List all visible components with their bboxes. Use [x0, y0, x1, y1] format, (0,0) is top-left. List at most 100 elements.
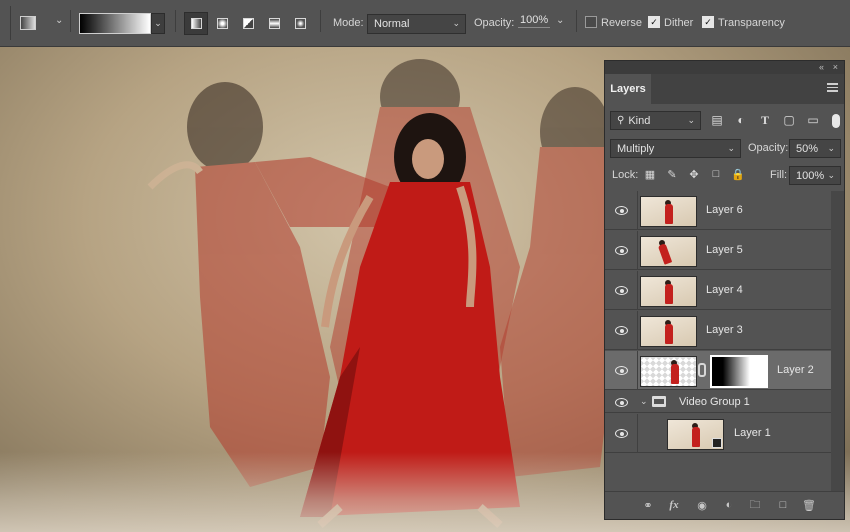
mode-select[interactable]: Normal ⌄	[367, 14, 466, 34]
lock-artboard-icon[interactable]: □	[709, 167, 723, 181]
filter-kind-value: Kind	[628, 114, 651, 127]
filter-adjustment-layer-icon[interactable]: ◐	[733, 112, 749, 128]
diamond-gradient-icon	[294, 18, 306, 29]
close-icon[interactable]: ×	[833, 62, 838, 72]
link-layers-icon[interactable]: ⚭	[641, 498, 655, 512]
layer-row[interactable]: Layer 3	[605, 311, 831, 350]
chevron-down-icon[interactable]: ⌄	[640, 396, 648, 407]
angle-gradient-button[interactable]	[236, 12, 260, 35]
lock-all-icon[interactable]: 🔒	[731, 167, 745, 181]
layer-opacity-input[interactable]: 50% ⌄	[789, 139, 841, 158]
adjustment-layer-icon[interactable]: ◐	[722, 498, 736, 512]
new-layer-icon[interactable]: □	[776, 498, 790, 512]
layer-name: Layer 2	[777, 364, 814, 376]
tool-preset-chevron-down-icon[interactable]: ⌄	[55, 15, 63, 26]
scrollbar[interactable]	[831, 191, 844, 491]
filter-smart-object-icon[interactable]: ▭	[805, 112, 821, 128]
panel-titlebar[interactable]: « ×	[605, 61, 844, 74]
transparency-label: Transparency	[718, 17, 785, 29]
tool-preset-icon[interactable]	[20, 16, 36, 30]
layer-row[interactable]: Layer 6	[605, 191, 831, 230]
divider	[175, 10, 176, 32]
layer-thumbnail	[667, 419, 724, 450]
eye-icon[interactable]	[615, 364, 628, 377]
add-mask-icon[interactable]: ◉	[695, 498, 709, 512]
lock-transparent-pixels-icon[interactable]: ▦	[643, 167, 657, 181]
blend-mode-select[interactable]: Multiply ⌄	[610, 139, 741, 158]
blend-mode-value: Multiply	[617, 142, 655, 155]
chevron-down-icon: ⌄	[727, 143, 735, 153]
diamond-gradient-button[interactable]	[288, 12, 312, 35]
layer-row[interactable]: Layer 5	[605, 231, 831, 270]
layer-name: Layer 1	[734, 427, 771, 439]
divider	[637, 191, 638, 230]
options-bar: ⌄ ⌄ Mode: Normal ⌄ Opacity: 100% ⌄ Rever…	[0, 0, 850, 47]
gradient-picker-chevron-down-icon[interactable]: ⌄	[151, 13, 165, 34]
layer-thumbnail	[640, 196, 697, 227]
thumbnail-figure	[665, 204, 673, 224]
layer-thumbnail	[640, 236, 697, 267]
delete-layer-icon[interactable]: 🗑	[802, 498, 816, 512]
link-chain-icon[interactable]	[698, 363, 706, 377]
eye-icon[interactable]	[615, 204, 628, 217]
thumbnail-figure	[665, 284, 673, 304]
divider	[637, 311, 638, 350]
filter-toggle[interactable]	[832, 114, 840, 128]
angle-gradient-icon	[242, 18, 254, 29]
fill-value: 100%	[796, 169, 825, 182]
fx-icon[interactable]: fx	[667, 498, 681, 512]
layer-row[interactable]: Layer 4	[605, 271, 831, 310]
lock-position-icon[interactable]: ✥	[687, 167, 701, 181]
filter-kind-select[interactable]: ⚲ Kind ⌄	[610, 111, 701, 130]
radial-gradient-button[interactable]	[210, 12, 234, 35]
collapse-icon[interactable]: «	[819, 62, 824, 72]
opacity-chevron-down-icon[interactable]: ⌄	[556, 15, 564, 26]
panel-footer: ⚭ fx ◉ ◐ 🗀 □ 🗑	[605, 491, 844, 519]
eye-icon[interactable]	[615, 244, 628, 257]
fill-input[interactable]: 100% ⌄	[789, 166, 841, 185]
thumbnail-figure	[671, 364, 679, 384]
layer-mask-thumbnail[interactable]	[710, 355, 768, 388]
eye-icon[interactable]	[615, 396, 628, 409]
lock-image-pixels-icon[interactable]: ✎	[665, 167, 679, 181]
dither-label: Dither	[664, 17, 694, 29]
reflected-gradient-button[interactable]	[262, 12, 286, 35]
divider	[70, 10, 71, 32]
layers-panel: « × Layers ⚲ Kind ⌄ ▤ ◐ T ▢ ▭ Multiply ⌄…	[604, 60, 845, 520]
dither-checkbox[interactable]: ✓	[648, 16, 660, 28]
gradient-preview[interactable]	[79, 13, 151, 34]
eye-icon[interactable]	[615, 284, 628, 297]
search-icon: ⚲	[617, 115, 625, 126]
filter-type-layer-icon[interactable]: T	[757, 112, 773, 128]
mode-label: Mode:	[333, 17, 364, 29]
eye-icon[interactable]	[615, 324, 628, 337]
tab-layers[interactable]: Layers	[605, 74, 651, 104]
opacity-input[interactable]: 100%	[518, 14, 551, 28]
panel-menu-icon[interactable]	[827, 83, 838, 92]
filter-shape-layer-icon[interactable]: ▢	[781, 112, 797, 128]
thumbnail-figure	[657, 243, 673, 265]
chevron-down-icon: ⌄	[827, 170, 835, 180]
video-group-icon	[652, 396, 666, 407]
transparency-checkbox[interactable]: ✓	[702, 16, 714, 28]
mode-value: Normal	[374, 18, 410, 30]
layer-opacity-label: Opacity:	[748, 142, 789, 154]
layer-name: Layer 5	[706, 244, 743, 256]
reverse-checkbox[interactable]	[585, 16, 597, 28]
new-group-icon[interactable]: 🗀	[748, 498, 762, 512]
linear-gradient-button[interactable]	[184, 12, 208, 35]
layer-thumbnail	[640, 276, 697, 307]
eye-icon[interactable]	[615, 427, 628, 440]
layer-name: Layer 6	[706, 204, 743, 216]
layer-group-row[interactable]: ⌄ Video Group 1	[605, 391, 831, 413]
divider	[637, 414, 638, 453]
fill-label: Fill:	[770, 169, 788, 181]
lock-label: Lock:	[612, 169, 639, 181]
divider	[637, 231, 638, 270]
divider	[637, 351, 638, 390]
layer-row-selected[interactable]: Layer 2	[605, 351, 831, 390]
layer-row[interactable]: Layer 1	[605, 414, 831, 453]
ghost-dancer-right	[500, 87, 620, 477]
group-name: Video Group 1	[679, 396, 750, 408]
filter-pixel-layer-icon[interactable]: ▤	[709, 112, 725, 128]
